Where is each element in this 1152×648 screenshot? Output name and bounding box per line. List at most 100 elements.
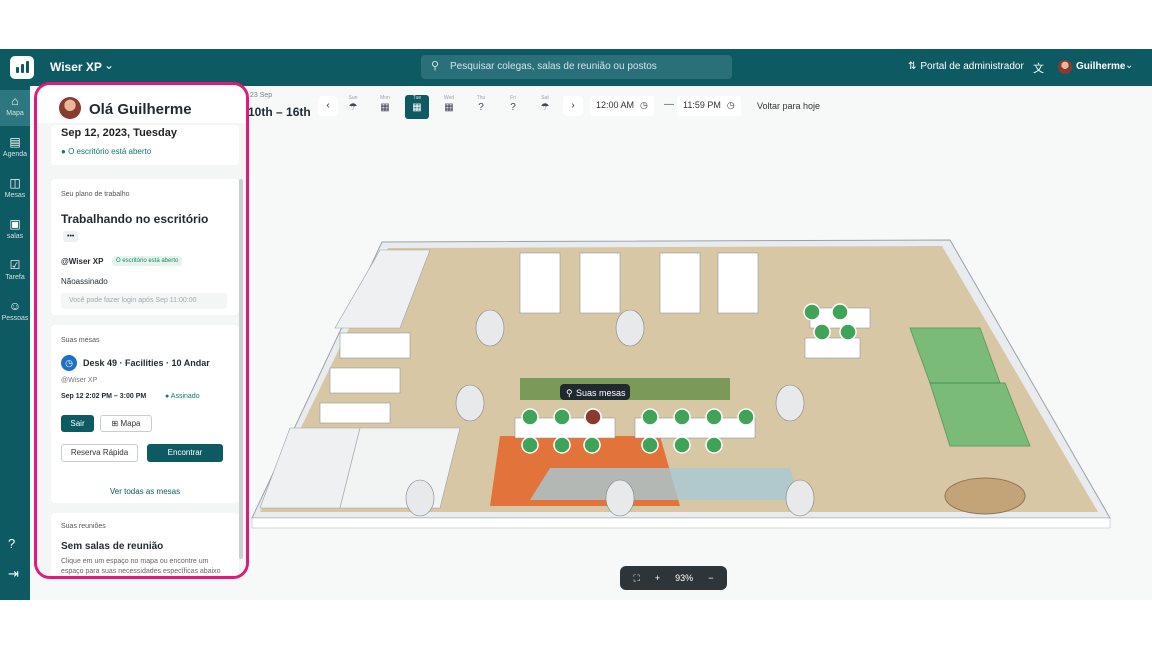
available-desk-marker[interactable] (705, 436, 723, 454)
umbrella-icon: ☂ (348, 102, 358, 113)
sidebar-item-map[interactable]: ⌂ Mapa (0, 90, 30, 126)
user-name[interactable]: Guilherme (1076, 61, 1125, 72)
day-sun[interactable]: Sun ☂ (341, 95, 365, 119)
office-icon: ▦ (412, 102, 422, 113)
sidebar-item-label: Tarefa (5, 274, 25, 281)
meetings-card: Suas reuniões Sem salas de reunião Cliqu… (51, 513, 239, 576)
available-desk-marker[interactable] (839, 323, 857, 341)
sidebar-item-label: Mapa (6, 110, 24, 117)
pin-icon: ⚲ (566, 388, 573, 398)
date-range: 10th – 16th (248, 105, 311, 119)
available-desk-marker[interactable] (803, 303, 821, 321)
exit-button[interactable]: Sair (61, 415, 94, 432)
day-thu[interactable]: Thu? (469, 95, 493, 119)
fullscreen-icon[interactable]: ⛶ (634, 573, 640, 584)
available-desk-marker[interactable] (641, 436, 659, 454)
zoom-in-button[interactable]: + (655, 573, 660, 583)
admin-portal-link[interactable]: ⇅ Portal de administrador (908, 61, 1024, 72)
available-desk-marker[interactable] (673, 436, 691, 454)
start-time: 12:00 AM (596, 100, 635, 110)
logout-icon[interactable]: ⇥ (8, 566, 19, 582)
my-desk-marker[interactable] (584, 408, 602, 426)
available-desk-marker[interactable] (737, 408, 755, 426)
end-time-picker[interactable]: 11:59 PM ◷ (677, 96, 741, 116)
question-icon: ? (478, 102, 484, 113)
back-to-today-link[interactable]: Voltar para hoje (757, 101, 820, 111)
today-card: Sep 12, 2023, Tuesday ● O escritório est… (51, 125, 239, 165)
plan-label: Seu plano de trabalho (61, 191, 130, 198)
app-logo-icon[interactable] (10, 56, 34, 79)
signin-status: Nãoassinado (61, 277, 108, 286)
see-all-desks-link[interactable]: Ver todas as mesas (51, 487, 239, 496)
sidebar-item-tasks[interactable]: ☑ Tarefa (0, 254, 30, 290)
clock-icon: ◷ (61, 355, 77, 371)
office-status: ● O escritório está aberto (61, 147, 152, 156)
start-time-picker[interactable]: 12:00 AM ◷ (590, 96, 654, 116)
day-label: Mon (380, 95, 390, 101)
sidebar-item-desks[interactable]: ◫ Mesas (0, 172, 30, 208)
available-desk-marker[interactable] (521, 436, 539, 454)
sidebar-item-agenda[interactable]: ▤ Agenda (0, 131, 30, 167)
sidebar-item-label: Pessoas (1, 315, 29, 322)
translate-icon[interactable]: 文 (1033, 60, 1044, 76)
desk-workspace: @Wiser XP (61, 377, 98, 384)
day-label: Thu (476, 95, 486, 101)
top-bar: Wiser XP ⌄ ⚲ Pesquisar colegas, salas de… (0, 49, 1152, 86)
front-wall (251, 517, 1111, 529)
sidebar-item-people[interactable]: ☺ Pessoas (0, 295, 30, 331)
day-tue[interactable]: Tue ▦ (405, 95, 429, 119)
help-icon[interactable]: ? (8, 536, 15, 551)
calendar-icon: ▤ (9, 135, 21, 149)
office-floor-map[interactable]: Suas mesas ⚲ (230, 128, 1152, 568)
range-month: 23 Sep (250, 92, 273, 99)
greeting: Olá Guilherme (89, 101, 192, 118)
office-room[interactable] (339, 427, 461, 509)
chevron-down-icon[interactable]: ⌄ (1125, 60, 1133, 71)
people-icon: ☺ (8, 299, 22, 313)
available-desk-marker[interactable] (521, 408, 539, 426)
available-desk-marker[interactable] (813, 323, 831, 341)
time-separator: — (664, 99, 674, 110)
available-desk-marker[interactable] (673, 408, 691, 426)
avatar[interactable] (1058, 60, 1072, 74)
available-desk-marker[interactable] (583, 436, 601, 454)
chevron-down-icon[interactable]: ⌄ (104, 58, 114, 72)
find-button[interactable]: Encontrar (147, 444, 223, 462)
available-desk-marker[interactable] (831, 303, 849, 321)
day-wed[interactable]: Wed ▦ (437, 95, 461, 119)
prev-week-button[interactable]: ‹ (318, 96, 338, 116)
search-input[interactable]: ⚲ Pesquisar colegas, salas de reunião ou… (421, 55, 732, 79)
workspace-name[interactable]: Wiser XP (50, 60, 102, 74)
swap-icon: ⇅ (908, 61, 917, 72)
next-week-button[interactable]: › (563, 96, 583, 116)
available-desk-marker[interactable] (705, 408, 723, 426)
clock-icon: ◷ (640, 100, 648, 110)
map-button[interactable]: ⊞ Mapa (100, 415, 152, 432)
sidebar-item-label: salas (6, 233, 24, 240)
umbrella-icon: ☂ (540, 102, 550, 113)
day-label: Sat (541, 95, 549, 101)
day-sat[interactable]: Sat ☂ (533, 95, 557, 119)
sidebar-item-rooms[interactable]: ▣ salas (0, 213, 30, 249)
avatar (59, 97, 81, 119)
today-date: Sep 12, 2023, Tuesday (61, 127, 177, 139)
blue-rug (530, 468, 800, 500)
day-mon[interactable]: Mon ▦ (373, 95, 397, 119)
quick-booking-button[interactable]: Reserva Rápida (61, 444, 138, 462)
your-desks-tooltip: Suas mesas ⚲ (560, 384, 630, 400)
available-desk-marker[interactable] (553, 436, 571, 454)
office-icon: ▦ (380, 102, 390, 113)
end-time: 11:59 PM (683, 100, 721, 110)
zoom-controls: ⛶ + 93% − (620, 566, 727, 590)
more-options-button[interactable]: ••• (63, 231, 79, 242)
desk-title[interactable]: Desk 49 · Facilities · 10 Andar (83, 358, 210, 368)
available-desk-marker[interactable] (553, 408, 571, 426)
panel-scrollbar[interactable] (239, 179, 243, 559)
available-desk-marker[interactable] (641, 408, 659, 426)
greeting-row: Olá Guilherme (37, 85, 246, 123)
search-placeholder: Pesquisar colegas, salas de reunião ou p… (450, 61, 657, 72)
day-label: Tue (412, 95, 422, 101)
zoom-out-button[interactable]: − (708, 573, 713, 583)
day-fri[interactable]: Fri? (501, 95, 525, 119)
office-status-text: O escritório está aberto (68, 147, 152, 156)
